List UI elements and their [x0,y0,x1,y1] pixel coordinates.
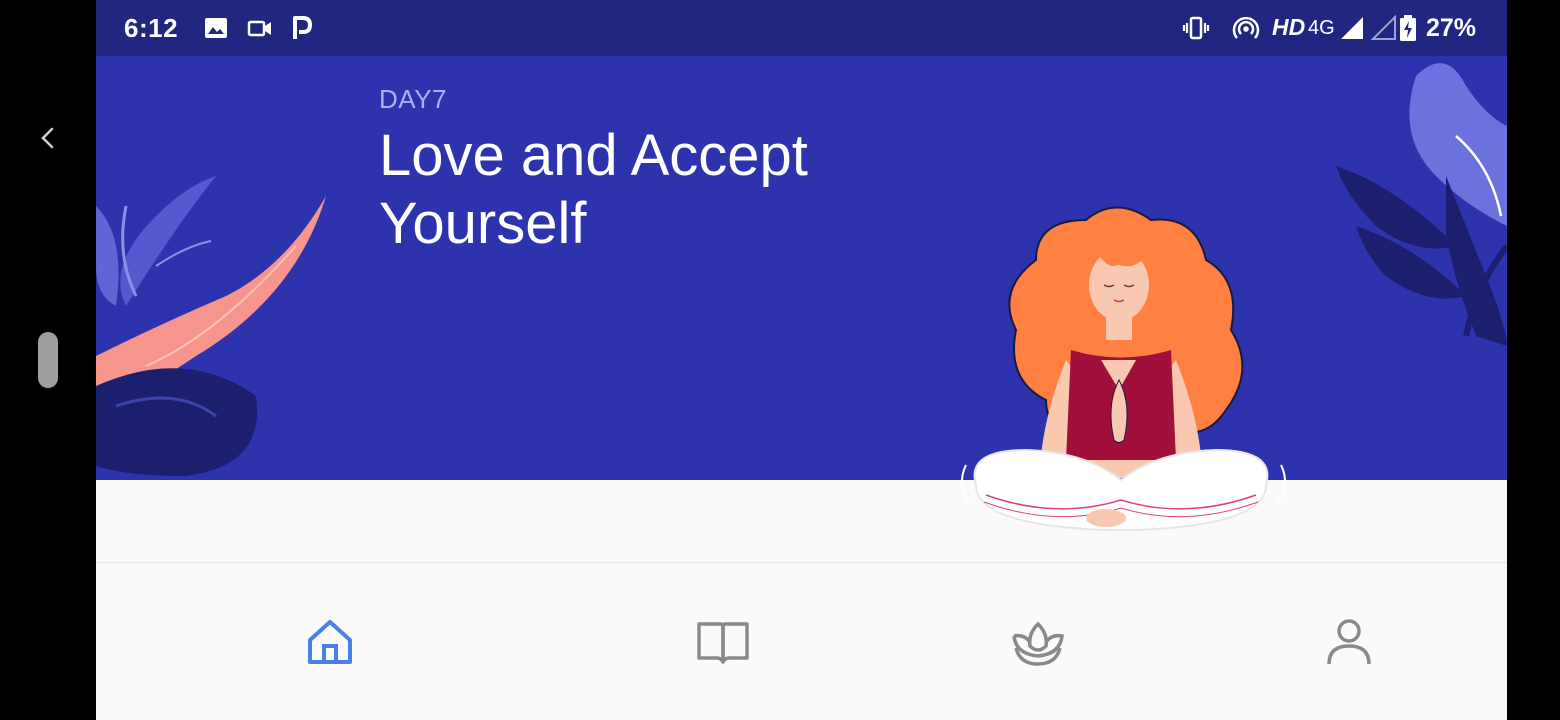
bottom-navigation [96,562,1507,720]
signal-icon [1341,17,1363,39]
system-side-rail [0,0,96,720]
hotspot-icon [1232,16,1260,39]
network-type-label: 4G [1308,17,1335,39]
user-icon [1327,619,1371,665]
back-chevron-icon[interactable] [34,124,62,152]
lotus-icon [1012,621,1064,666]
nav-profile[interactable] [1289,563,1409,720]
system-right-rail [1507,0,1560,720]
hero-title: Love and Accept Yourself [379,123,808,256]
status-bar: 6:12 HD 4G 27% [96,0,1507,56]
left-leaves-decoration [96,176,326,476]
gesture-handle[interactable] [38,332,58,388]
network-hd-label: HD [1272,14,1306,40]
right-leaves-decoration [1336,63,1507,346]
meditating-woman-illustration [961,206,1286,531]
nav-library[interactable] [663,563,783,720]
signal-empty-icon [1370,14,1396,40]
book-icon [697,622,749,664]
image-icon [205,18,227,38]
home-icon [308,620,352,664]
battery-charging-icon [1400,15,1416,41]
nav-home[interactable] [270,563,390,720]
app-screen: 6:12 HD 4G 27% DAY7 Love and Accept Your… [96,0,1507,720]
nav-meditate[interactable] [978,563,1098,720]
p-app-icon [293,16,312,39]
battery-percent: 27% [1426,14,1477,42]
status-time: 6:12 [124,13,179,43]
vibrate-icon [1182,16,1210,40]
day-label: DAY7 [379,84,447,114]
video-camera-icon [247,20,271,37]
